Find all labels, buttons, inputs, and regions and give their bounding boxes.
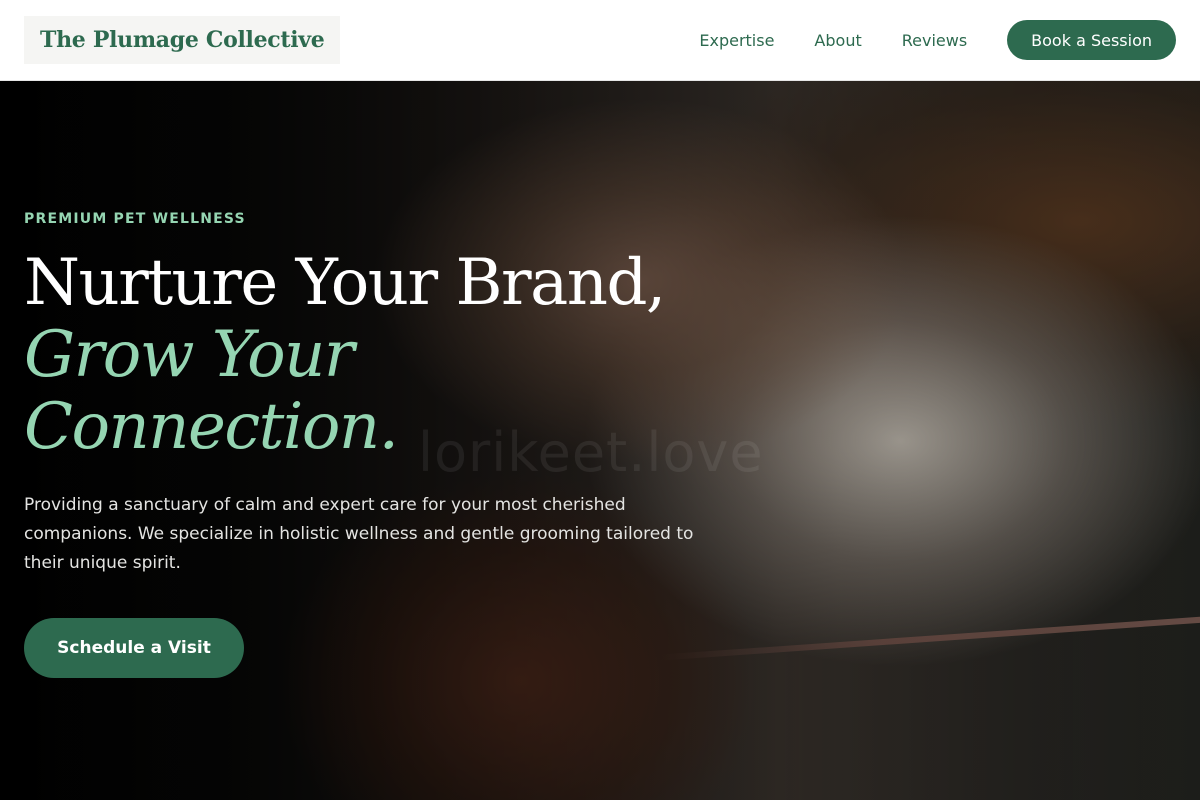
- nav-link-expertise[interactable]: Expertise: [699, 31, 774, 50]
- hero-content: PREMIUM PET WELLNESS Nurture Your Brand,…: [24, 211, 724, 678]
- logo-text: The Plumage Collective: [40, 27, 325, 53]
- nav-link-about[interactable]: About: [814, 31, 861, 50]
- hero-eyebrow: PREMIUM PET WELLNESS: [24, 211, 246, 227]
- headline-accent: Grow Your Connection.: [24, 318, 399, 464]
- schedule-visit-button[interactable]: Schedule a Visit: [24, 618, 244, 678]
- site-header: The Plumage Collective Expertise About R…: [0, 0, 1200, 81]
- hero-headline: Nurture Your Brand, Grow Your Connection…: [24, 247, 724, 463]
- book-session-button[interactable]: Book a Session: [1007, 20, 1176, 60]
- nav-link-reviews[interactable]: Reviews: [902, 31, 967, 50]
- main-nav: Expertise About Reviews Book a Session: [699, 20, 1176, 60]
- logo[interactable]: The Plumage Collective: [24, 16, 341, 64]
- headline-line: Nurture Your Brand,: [24, 246, 666, 320]
- hero-description: Providing a sanctuary of calm and expert…: [24, 495, 694, 573]
- hero-section: lorikeet.love PREMIUM PET WELLNESS Nurtu…: [0, 81, 1200, 800]
